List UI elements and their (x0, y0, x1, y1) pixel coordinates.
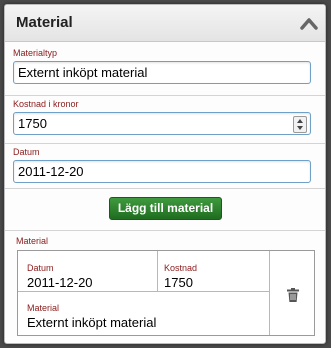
cell-divider (269, 251, 270, 335)
cell-divider (157, 251, 158, 291)
materialtyp-label: Materialtyp (13, 48, 58, 58)
item-datum-label: Datum (27, 263, 54, 273)
divider (5, 95, 325, 96)
number-spinner[interactable] (293, 116, 307, 133)
item-datum-value: 2011-12-20 (27, 275, 93, 290)
datum-input[interactable]: 2011-12-20 (13, 160, 311, 183)
chevron-up-icon[interactable] (300, 16, 318, 30)
kostnad-value: 1750 (18, 116, 47, 131)
material-list-item: Datum 2011-12-20 Kostnad 1750 Material E… (17, 250, 315, 336)
kostnad-input[interactable]: 1750 (13, 112, 311, 135)
divider (5, 230, 325, 231)
panel-header[interactable]: Material (5, 5, 325, 42)
item-material-value: Externt inköpt material (27, 315, 157, 330)
trash-icon[interactable] (287, 288, 299, 302)
spinner-down-icon[interactable] (297, 126, 303, 130)
material-list-label: Material (16, 236, 49, 246)
item-material-label: Material (27, 303, 60, 313)
spinner-up-icon[interactable] (297, 119, 303, 123)
item-kostnad-value: 1750 (164, 275, 193, 290)
kostnad-field: Kostnad i kronor 1750 (13, 99, 317, 135)
material-panel: Material Materialtyp Externt inköpt mate… (4, 4, 326, 344)
materialtyp-input[interactable]: Externt inköpt material (13, 61, 311, 84)
cell-divider (18, 291, 269, 292)
kostnad-label: Kostnad i kronor (13, 99, 79, 109)
materialtyp-field: Materialtyp Externt inköpt material (13, 48, 317, 84)
datum-label: Datum (13, 147, 40, 157)
divider (5, 188, 325, 189)
datum-field: Datum 2011-12-20 (13, 147, 317, 183)
panel-title: Material (16, 14, 73, 31)
divider (5, 143, 325, 144)
item-kostnad-label: Kostnad (164, 263, 198, 273)
add-material-button[interactable]: Lägg till material (109, 197, 222, 220)
